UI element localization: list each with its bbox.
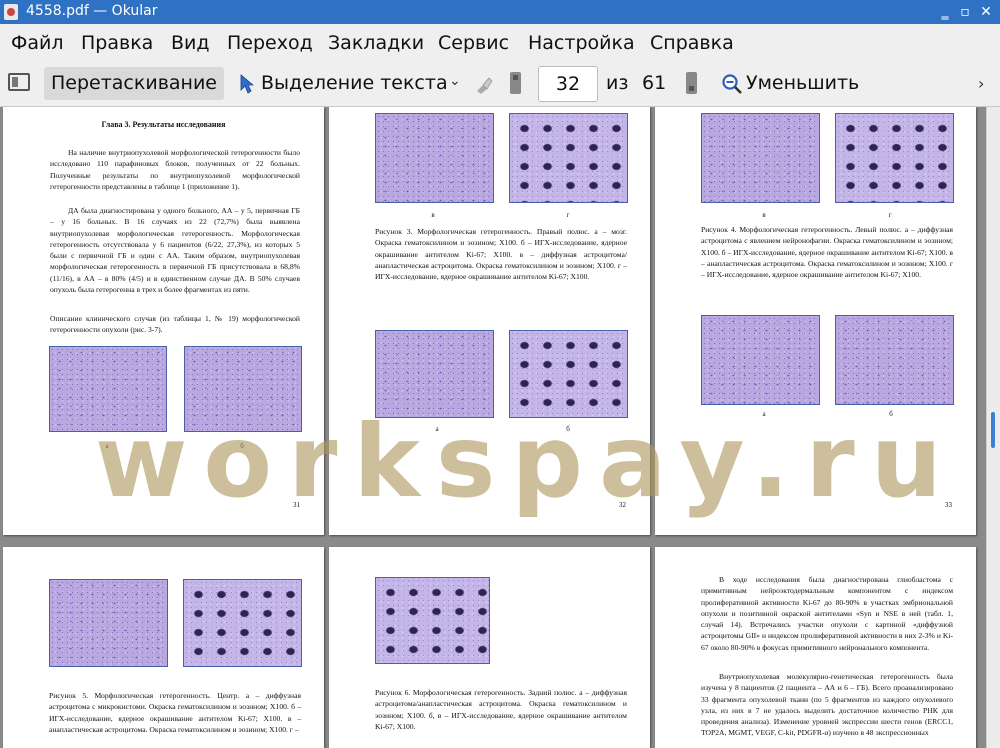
next-page-icon[interactable] [686,72,697,94]
zoom-out-icon[interactable] [721,73,743,95]
page-of-label: из [606,72,629,94]
pdf-page-34: Рисунок 5. Морфологическая гетерогенност… [3,547,324,748]
okular-app-icon [4,4,18,20]
vertical-scrollbar[interactable] [986,107,1000,748]
histology-image-v [701,113,820,203]
histology-image-b [835,315,954,405]
paragraph: На наличие внутриопухолевой морфологичес… [50,148,300,191]
maximize-icon[interactable]: ▫ [956,3,974,21]
figure-caption: Рисунок 6. Морфологическая гетерогенност… [375,688,627,731]
browse-tool-button[interactable]: Перетаскивание [44,67,224,100]
title-bar: 4558.pdf — Okular ‗ ▫ ✕ [0,0,1000,24]
watermark: workspay.ru [95,403,958,520]
histology-image-g [835,113,954,203]
menu-go[interactable]: Переход [227,32,313,54]
menu-help[interactable]: Справка [650,32,734,54]
sidebar-toggle-icon[interactable] [8,73,30,91]
histology-image-v [375,113,494,203]
paragraph: Описание клинического случая (из таблицы… [50,314,300,335]
histology-image-g [509,113,628,203]
page-total-label: 61 [642,72,667,94]
figure-caption: Рисунок 3. Морфологическая гетерогенност… [375,227,627,282]
minimize-icon[interactable]: ‗ [936,3,954,21]
document-view[interactable]: Глава 3. Результаты исследования На нали… [0,107,986,748]
scrollbar-thumb[interactable] [991,412,995,448]
histology-image-a [49,579,168,667]
histology-image-a [375,577,490,664]
figure-label: г [888,211,892,219]
page-number-input[interactable]: 32 [538,66,598,102]
zoom-out-button[interactable]: Уменьшить [746,67,859,100]
main-toolbar: Перетаскивание Выделение текста ⌄ 32 из … [0,62,1000,107]
toolbar-overflow-chevron-icon[interactable]: › [978,74,984,93]
page-heading: Глава 3. Результаты исследования [101,120,226,129]
menu-bookmarks[interactable]: Закладки [328,32,424,54]
text-selection-button[interactable]: Выделение текста [261,67,448,100]
close-icon[interactable]: ✕ [977,3,995,21]
window-title: 4558.pdf — Okular [26,3,158,19]
highlighter-icon[interactable] [474,75,494,95]
paragraph: Внутриопухолевая молекулярно-генетическа… [701,672,953,738]
figure-caption: Рисунок 5. Морфологическая гетерогенност… [49,691,301,734]
figure-label: в [431,211,435,219]
pdf-page-35: Рисунок 6. Морфологическая гетерогенност… [329,547,650,748]
figure-caption: Рисунок 4. Морфологическая гетерогенност… [701,225,953,280]
previous-page-icon[interactable] [510,72,521,94]
text-select-cursor-icon [240,74,254,94]
figure-label: в [762,211,766,219]
histology-image-a [701,315,820,405]
menu-view[interactable]: Вид [171,32,210,54]
figure-label: г [566,211,570,219]
chevron-down-icon[interactable]: ⌄ [449,73,461,89]
histology-image-b [183,579,302,667]
menu-settings[interactable]: Настройка [528,32,635,54]
menu-file[interactable]: Файл [11,32,64,54]
paragraph: ДА была диагностирована у одного больног… [50,206,300,295]
menu-bar: Файл Правка Вид Переход Закладки Сервис … [0,24,1000,62]
paragraph: В ходе исследования была диагностирована… [701,575,953,652]
pdf-page-36: В ходе исследования была диагностирована… [655,547,976,748]
menu-edit[interactable]: Правка [81,32,153,54]
menu-tools[interactable]: Сервис [438,32,509,54]
